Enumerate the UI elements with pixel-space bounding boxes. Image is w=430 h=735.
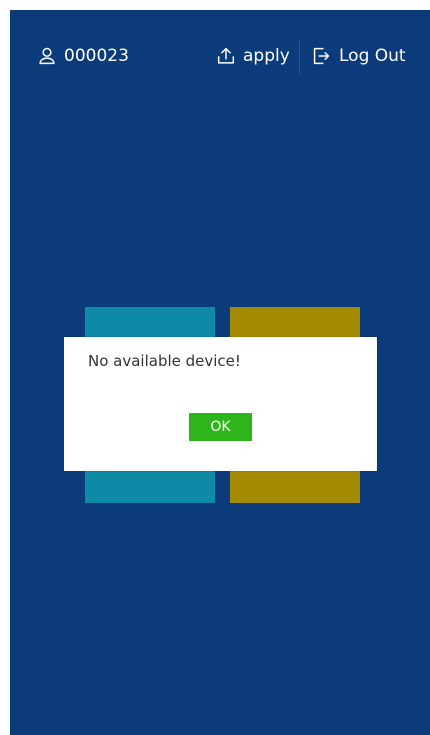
apply-label: apply: [243, 46, 290, 66]
logout-button[interactable]: Log Out: [310, 44, 406, 68]
logout-label: Log Out: [339, 46, 406, 66]
user-info: 000023: [36, 44, 129, 68]
top-bar: 000023 apply Log Out: [10, 10, 430, 105]
dialog-message: No available device!: [88, 352, 241, 370]
logout-icon: [310, 45, 332, 67]
app-screen: 000023 apply Log Out No available device…: [10, 10, 430, 735]
topbar-divider: [299, 40, 300, 74]
apply-button[interactable]: apply: [215, 44, 290, 68]
upload-icon: [215, 45, 237, 67]
alert-dialog: No available device! OK: [64, 337, 377, 471]
user-icon: [36, 45, 58, 67]
ok-button[interactable]: OK: [189, 413, 252, 441]
user-id: 000023: [64, 46, 129, 66]
